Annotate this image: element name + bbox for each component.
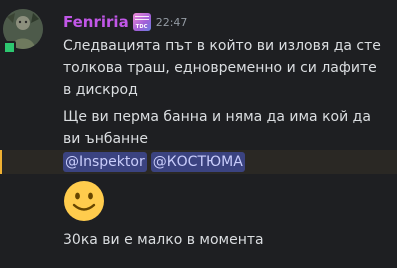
message-line-1: Следвацията път в който ви изловя да сте (63, 38, 381, 54)
message-header: Fenriria TDC 22:47 (63, 12, 187, 32)
timestamp[interactable]: 22:47 (156, 16, 188, 29)
mention-kostyuma[interactable]: @КОСТЮМА (150, 152, 245, 172)
message-line-3: в дискрод (63, 82, 138, 98)
mention-highlight-row: @Inspektor @КОСТЮМА (0, 150, 397, 174)
status-badge (3, 41, 16, 54)
message-line-4: Ще ви перма банна и няма да има кой да (63, 109, 371, 125)
mention-inspektor[interactable]: @Inspektor (63, 152, 147, 172)
chat-area: Fenriria TDC 22:47 Следвацията път в кой… (0, 0, 397, 268)
username[interactable]: Fenriria (63, 13, 129, 31)
message-line-2: толкова траш, едновременно и си лафите (63, 60, 377, 76)
role-badge-stripes (134, 16, 149, 22)
mentions: @Inspektor @КОСТЮМА (63, 152, 245, 172)
role-badge-icon[interactable]: TDC (132, 13, 151, 31)
smiley-icon (64, 181, 104, 221)
role-badge-text: TDC (135, 24, 148, 30)
slightly-smiling-face-emoji[interactable] (62, 179, 106, 223)
mention-highlight-bar (0, 150, 2, 174)
message-line-5: ви ънбанне (63, 131, 148, 147)
message-line-followup: 30ка ви е малко в момента (63, 232, 264, 248)
